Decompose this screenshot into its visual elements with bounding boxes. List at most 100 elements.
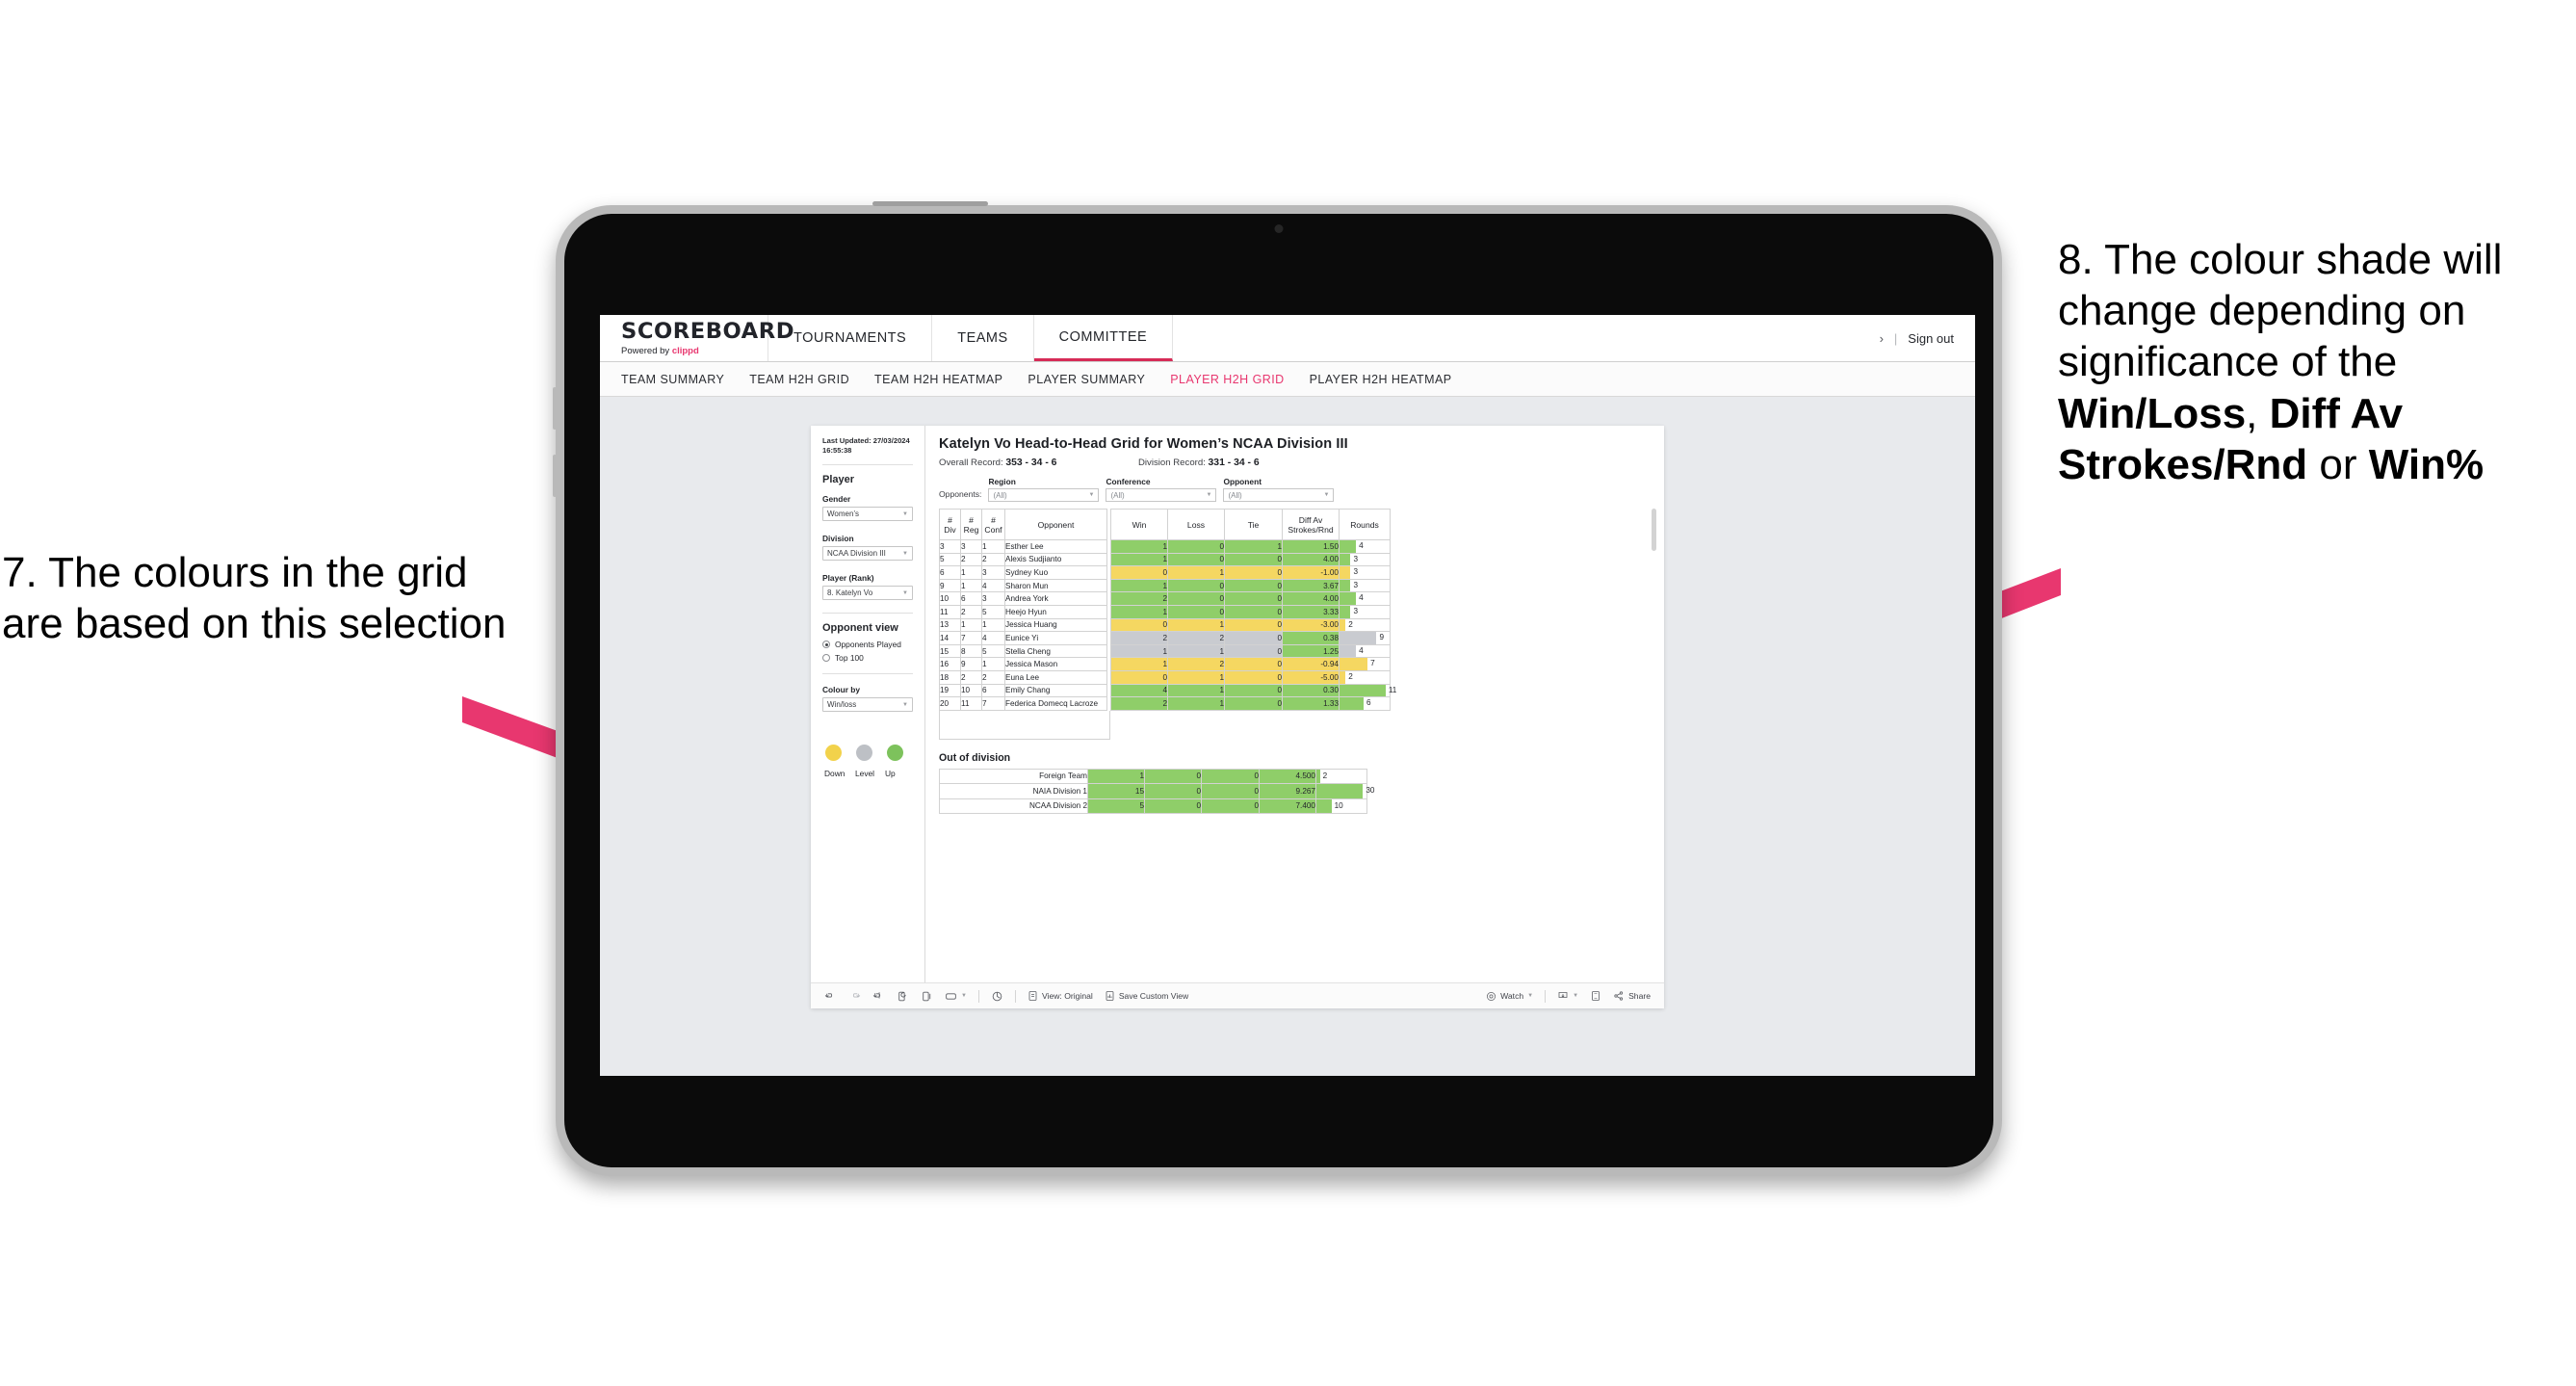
- redo-icon[interactable]: [848, 990, 861, 1003]
- brand-logo[interactable]: SCOREBOARD Powered by clippd: [600, 315, 794, 361]
- slide-stage: 7. The colours in the grid are based on …: [0, 0, 2576, 1386]
- table-row[interactable]: 13 1 1 Jessica Huang 0 1 0 -3.00 2: [939, 617, 1391, 633]
- grid-main-pane: Katelyn Vo Head-to-Head Grid for Women’s…: [925, 426, 1664, 982]
- cell-loss: 2: [1167, 631, 1225, 645]
- table-row[interactable]: 6 1 3 Sydney Kuo 0 1 0 -1.00 3: [939, 565, 1391, 580]
- column-header-diffav-strokesrnd[interactable]: Diff Av Strokes/Rnd: [1282, 509, 1340, 540]
- gender-select[interactable]: Women’s ▼: [822, 507, 913, 522]
- device-layout-icon[interactable]: ▼: [945, 991, 967, 1002]
- cell-div: 16: [939, 657, 961, 671]
- save-custom-view-button[interactable]: Save Custom View: [1105, 990, 1188, 1002]
- column-header-win[interactable]: Win: [1110, 509, 1168, 540]
- volume-up-button[interactable]: [553, 387, 557, 430]
- cell-conf: 7: [981, 696, 1005, 711]
- cell-div: 18: [939, 669, 961, 685]
- chevron-down-icon: ▼: [1573, 993, 1579, 999]
- conference-select[interactable]: (All) ▼: [1106, 488, 1217, 502]
- cell-opponent: Sydney Kuo: [1004, 565, 1107, 580]
- cell-conf: 3: [981, 591, 1005, 606]
- cell-reg: 6: [960, 591, 982, 606]
- vertical-scrollbar[interactable]: [1652, 509, 1656, 551]
- cell-loss: 1: [1167, 696, 1225, 711]
- legend-label-down: Down: [824, 769, 846, 779]
- sub-tab-player-h2h-heatmap[interactable]: PLAYER H2H HEATMAP: [1310, 373, 1477, 386]
- nav-tab-teams[interactable]: TEAMS: [932, 315, 1034, 361]
- annotation-8-mid2: or: [2307, 440, 2369, 488]
- table-row[interactable]: NCAA Division 2 5 0 0 7.400 10: [939, 798, 1367, 815]
- table-row[interactable]: 19 10 6 Emily Chang 4 1 0 0.30 11: [939, 683, 1396, 698]
- nav-tab-committee[interactable]: COMMITTEE: [1033, 315, 1174, 361]
- table-row[interactable]: 11 2 5 Heejo Hyun 1 0 0 3.33 3: [939, 604, 1391, 619]
- table-row[interactable]: 3 3 1 Esther Lee 1 0 1 1.50 4: [939, 539, 1391, 554]
- cell-tie: 0: [1224, 591, 1283, 606]
- download-button[interactable]: ▼: [1557, 990, 1578, 1002]
- cell-tie: 0: [1224, 669, 1283, 685]
- cell-reg: 7: [960, 631, 982, 645]
- app-top-bar: SCOREBOARD Powered by clippd TOURNAMENTS…: [600, 315, 1975, 361]
- pause-updates-icon[interactable]: [921, 990, 933, 1003]
- cell-group-name: Foreign Team: [939, 768, 1088, 785]
- revert-icon[interactable]: [872, 990, 885, 1003]
- region-filter: Region (All) ▼: [988, 477, 1100, 502]
- cell-reg: 10: [960, 683, 982, 698]
- cell-loss: 2: [1167, 657, 1225, 671]
- radio-opponents-played[interactable]: Opponents Played: [822, 640, 913, 649]
- column-header-rounds[interactable]: Rounds: [1339, 509, 1391, 540]
- column-header-opponent[interactable]: Opponent: [1004, 509, 1107, 540]
- colour-by-select[interactable]: Win/loss ▼: [822, 697, 913, 713]
- cell-rounds-bar: 4: [1339, 643, 1391, 659]
- volume-down-button[interactable]: [553, 455, 557, 497]
- player-rank-select[interactable]: 8. Katelyn Vo ▼: [822, 586, 913, 601]
- power-button[interactable]: [872, 201, 988, 206]
- column-header--div[interactable]: # Div: [939, 509, 961, 540]
- cell-conf: 4: [981, 578, 1005, 593]
- region-select[interactable]: (All) ▼: [988, 488, 1100, 502]
- cell-diff: 4.500: [1259, 768, 1316, 785]
- table-row[interactable]: 14 7 4 Eunice Yi 2 2 0 0.38 9: [939, 631, 1391, 645]
- sub-tab-team-summary[interactable]: TEAM SUMMARY: [621, 373, 749, 386]
- division-select[interactable]: NCAA Division III ▼: [822, 546, 913, 562]
- division-record: Division Record: 331 - 34 - 6: [1138, 458, 1260, 468]
- sub-tab-player-h2h-grid[interactable]: PLAYER H2H GRID: [1170, 373, 1309, 386]
- radio-top-100[interactable]: Top 100: [822, 653, 913, 663]
- table-row[interactable]: Foreign Team 1 0 0 4.500 2: [939, 768, 1367, 785]
- brand-tagline: Powered by clippd: [621, 346, 768, 356]
- sub-tab-team-h2h-grid[interactable]: TEAM H2H GRID: [749, 373, 874, 386]
- cell-rounds-bar: 7: [1339, 657, 1391, 671]
- table-row[interactable]: 5 2 2 Alexis Sudjianto 1 0 0 4.00 3: [939, 552, 1391, 567]
- watch-button[interactable]: Watch ▼: [1486, 991, 1533, 1002]
- sub-tab-team-h2h-heatmap[interactable]: TEAM H2H HEATMAP: [874, 373, 1028, 386]
- fullscreen-icon[interactable]: [1590, 990, 1601, 1002]
- table-row[interactable]: 9 1 4 Sharon Mun 1 0 0 3.67 3: [939, 578, 1391, 593]
- cell-opponent: Jessica Mason: [1004, 657, 1107, 671]
- annotation-8-mid1: ,: [2246, 389, 2270, 437]
- undo-icon[interactable]: [824, 990, 837, 1003]
- cell-win: 1: [1110, 539, 1168, 554]
- table-row[interactable]: 16 9 1 Jessica Mason 1 2 0 -0.94 7: [939, 657, 1391, 671]
- column-header--reg[interactable]: # Reg: [960, 509, 982, 540]
- cell-loss: 1: [1167, 643, 1225, 659]
- refresh-data-icon[interactable]: [897, 990, 909, 1003]
- sub-tab-player-summary[interactable]: PLAYER SUMMARY: [1028, 373, 1170, 386]
- column-header-loss[interactable]: Loss: [1167, 509, 1225, 540]
- annotation-8-bold-winpct: Win%: [2368, 440, 2485, 488]
- table-row[interactable]: 10 6 3 Andrea York 2 0 0 4.00 4: [939, 591, 1391, 606]
- cell-conf: 4: [981, 631, 1005, 645]
- table-row[interactable]: 18 2 2 Euna Lee 0 1 0 -5.00 2: [939, 669, 1391, 685]
- sign-out-button[interactable]: Sign out: [1908, 331, 1954, 346]
- view-original-button[interactable]: View: Original: [1028, 990, 1093, 1002]
- table-row[interactable]: 20 11 7 Federica Domecq Lacroze 2 1 0 1.33 6: [939, 696, 1391, 711]
- cell-opponent: Heejo Hyun: [1004, 604, 1107, 619]
- column-header--conf[interactable]: # Conf: [981, 509, 1005, 540]
- column-header-tie[interactable]: Tie: [1224, 509, 1283, 540]
- table-row[interactable]: NAIA Division 1 15 0 0 9.267 30: [939, 783, 1374, 799]
- cell-div: 9: [939, 578, 961, 593]
- chevron-right-icon[interactable]: ›: [1880, 331, 1884, 346]
- radio-icon-selected: [822, 641, 830, 649]
- share-button[interactable]: Share: [1613, 990, 1651, 1002]
- highlight-icon[interactable]: [991, 990, 1003, 1003]
- annotation-8: 8. The colour shade will change dependin…: [2058, 234, 2568, 490]
- table-row[interactable]: 15 8 5 Stella Cheng 1 1 0 1.25 4: [939, 643, 1391, 659]
- opponent-select[interactable]: (All) ▼: [1223, 488, 1335, 502]
- divider: [822, 464, 913, 466]
